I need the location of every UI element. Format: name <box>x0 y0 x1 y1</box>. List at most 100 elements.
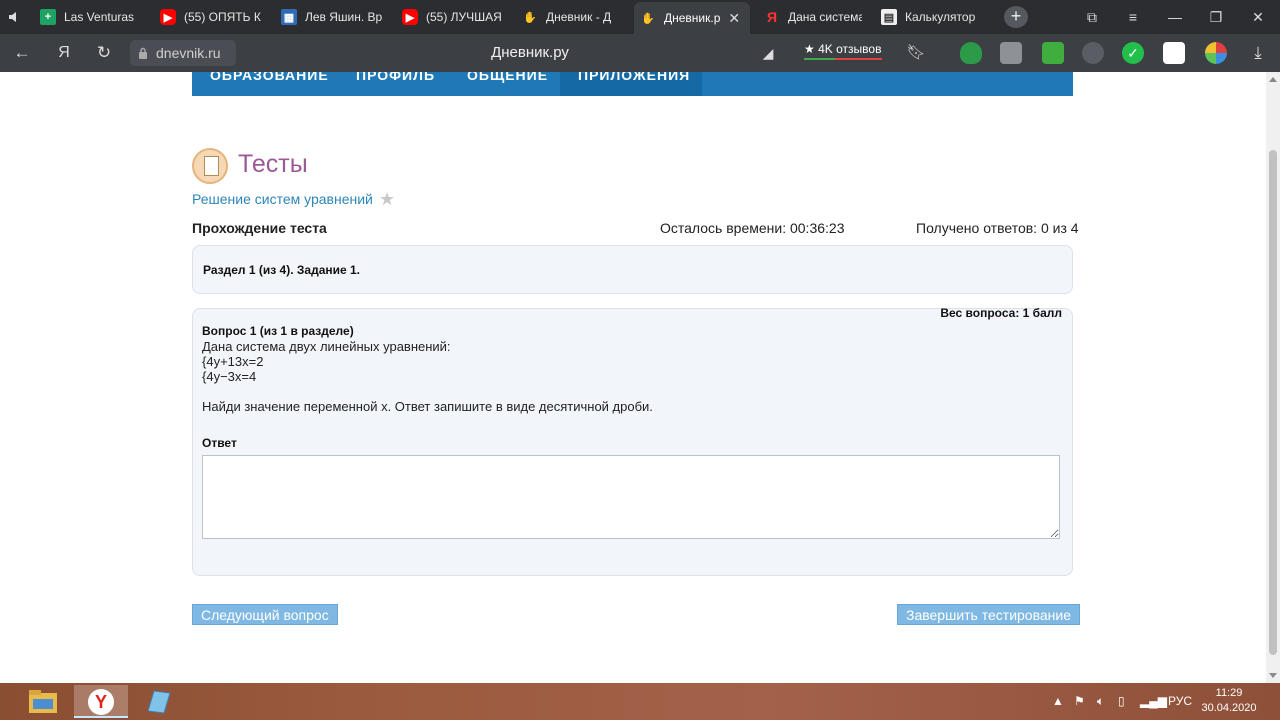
yandex-logo[interactable]: Я <box>54 43 74 63</box>
volume-icon[interactable]: 🔈︎ <box>1097 694 1104 709</box>
url-field[interactable]: dnevnik.ru <box>130 40 236 66</box>
menu-item-profile[interactable]: ПРОФИЛЬ <box>338 72 453 96</box>
section-info-box: Раздел 1 (из 4). Задание 1. <box>192 245 1073 294</box>
scroll-down-icon[interactable] <box>1269 673 1277 678</box>
sheets-icon: + <box>40 9 56 25</box>
tab-1[interactable]: + Las Venturas <box>34 4 146 30</box>
page-title: Дневник.ру <box>491 44 569 61</box>
dnevnik-icon: ✋ <box>523 11 537 24</box>
tab-8[interactable]: ▤ Калькулятор <box>875 4 985 30</box>
close-icon[interactable]: ✕ <box>728 10 740 27</box>
menu-item-label: ОБРАЗОВАНИЕ <box>210 72 329 83</box>
clipboard-icon <box>192 148 228 184</box>
answers-received: Получено ответов: 0 из 4 <box>916 220 1079 236</box>
file-explorer-icon[interactable] <box>16 685 70 718</box>
scroll-up-icon[interactable] <box>1269 77 1277 82</box>
yandex-browser-icon[interactable]: Y <box>74 685 128 718</box>
image-extension-icon[interactable] <box>1000 42 1022 64</box>
menu-item-label: ПРИЛОЖЕНИЯ <box>578 72 691 83</box>
battery-icon[interactable]: ▯ <box>1118 694 1125 708</box>
next-question-button[interactable]: Следующий вопрос <box>192 604 338 625</box>
star-icon: ★ <box>804 42 815 56</box>
time-left: Осталось времени: 00:36:23 <box>660 220 845 236</box>
reviews-button[interactable]: ★ 4K отзывов <box>804 42 882 60</box>
network-icon[interactable]: ▂▄▆ <box>1140 694 1167 708</box>
windows-taskbar: Y ▲ ⚑ 🔈︎ ▯ ▂▄▆ РУС 11:29 30.04.2020 <box>0 683 1280 720</box>
dnevnik-icon: ✋ <box>641 12 655 25</box>
notepad-icon[interactable] <box>132 685 186 718</box>
test-status-label: Прохождение теста <box>192 220 327 236</box>
tab-5[interactable]: ✋ Дневник - Д <box>516 4 628 30</box>
address-bar: ← Я ↻ dnevnik.ru Дневник.ру ◢ ★ 4K отзыв… <box>0 34 1280 72</box>
tab-title: Калькулятор <box>905 10 976 24</box>
bookmark-icon[interactable]: 🔖︎ <box>906 43 926 63</box>
rating-bar <box>804 58 882 60</box>
tab-4[interactable]: ▶ (55) ЛУЧШАЯ <box>396 4 508 30</box>
tab-6-active[interactable]: ✋ Дневник.р ✕ <box>634 2 750 34</box>
tab-title: Дневник - Д <box>546 10 612 24</box>
section-info: Раздел 1 (из 4). Задание 1. <box>203 263 361 277</box>
translate-extension-icon[interactable] <box>1163 42 1185 64</box>
tab-title: Las Venturas <box>64 10 135 24</box>
tray-chevron-icon[interactable]: ▲ <box>1052 694 1064 708</box>
restore-button[interactable]: ❐ <box>1207 8 1225 26</box>
tab-title: Лев Яшин. Вр <box>305 10 383 24</box>
browser-tab-bar: + Las Venturas ▶ (55) ОПЯТЬ К ▦ Лев Яшин… <box>0 0 1280 34</box>
calculator-icon: ▤ <box>881 9 897 25</box>
lightbulb-extension-icon[interactable] <box>1082 42 1104 64</box>
menu-item-apps[interactable]: ПРИЛОЖЕНИЯ <box>560 72 702 96</box>
menu-item-education[interactable]: ОБРАЗОВАНИЕ <box>192 72 347 96</box>
page-content: ОБРАЗОВАНИЕ ПРОФИЛЬ ОБЩЕНИЕ ПРИЛОЖЕНИЯ Т… <box>0 72 1266 683</box>
new-tab-button[interactable]: + <box>1004 6 1028 28</box>
youtube-icon: ▶ <box>160 9 176 25</box>
film-icon: ▦ <box>281 9 297 25</box>
url-text: dnevnik.ru <box>156 45 221 61</box>
minimize-button[interactable]: — <box>1166 8 1184 26</box>
question-header: Вопрос 1 (из 1 в разделе) <box>202 324 354 338</box>
answer-input[interactable] <box>202 455 1060 539</box>
svg-text:Y: Y <box>95 692 107 712</box>
menu-item-label: ОБЩЕНИЕ <box>467 72 549 83</box>
tab-3[interactable]: ▦ Лев Яшин. Вр <box>275 4 387 30</box>
question-weight: Вес вопроса: 1 балл <box>940 306 1062 320</box>
equation-1: {4y+13x=2 <box>202 354 264 369</box>
scrollbar-thumb[interactable] <box>1269 150 1277 655</box>
menu-item-label: ПРОФИЛЬ <box>356 72 436 83</box>
flag-icon[interactable]: ⚑ <box>1074 694 1085 708</box>
main-menu: ОБРАЗОВАНИЕ ПРОФИЛЬ ОБЩЕНИЕ ПРИЛОЖЕНИЯ <box>192 72 1073 96</box>
clock[interactable]: 11:29 30.04.2020 <box>1196 686 1262 716</box>
clock-date: 30.04.2020 <box>1201 702 1257 714</box>
clock-time: 11:29 <box>1215 687 1243 699</box>
close-window-button[interactable]: ✕ <box>1249 8 1267 26</box>
menu-icon[interactable]: ≡ <box>1124 8 1142 26</box>
protect-icon[interactable]: ◢ <box>758 43 778 63</box>
tab-7[interactable]: Я Дана система <box>758 4 862 30</box>
speaker-icon[interactable] <box>8 10 22 24</box>
tab-title: Дана система <box>788 10 862 24</box>
menu-item-communication[interactable]: ОБЩЕНИЕ <box>449 72 566 96</box>
check-extension-icon[interactable]: ✓ <box>1122 42 1144 64</box>
download-extension-icon[interactable] <box>1042 42 1064 64</box>
yandex-icon: Я <box>766 9 778 25</box>
language-indicator[interactable]: РУС <box>1168 694 1192 708</box>
tab-title: (55) ЛУЧШАЯ <box>426 10 502 24</box>
globe-extension-icon[interactable] <box>1205 42 1227 64</box>
tab-2[interactable]: ▶ (55) ОПЯТЬ К <box>154 4 266 30</box>
shield-extension-icon[interactable] <box>960 42 982 64</box>
tabs-icon[interactable]: ⧉ <box>1083 8 1101 26</box>
youtube-icon: ▶ <box>402 9 418 25</box>
tab-title: Дневник.р <box>664 11 721 25</box>
question-task: Найди значение переменной x. Ответ запиш… <box>202 399 653 414</box>
answer-label: Ответ <box>202 436 237 450</box>
back-icon[interactable]: ← <box>12 43 32 63</box>
test-name-link[interactable]: Решение систем уравнений <box>192 191 373 207</box>
reviews-label: 4K отзывов <box>818 42 882 56</box>
reload-icon[interactable]: ↻ <box>94 43 114 63</box>
question-text-line: Дана система двух линейных уравнений: <box>202 339 451 354</box>
downloads-icon[interactable]: ⤓ <box>1248 43 1268 63</box>
tab-title: (55) ОПЯТЬ К <box>184 10 261 24</box>
vertical-scrollbar[interactable] <box>1266 72 1280 683</box>
favorite-star-icon[interactable]: ★ <box>379 189 395 210</box>
equation-2: {4y−3x=4 <box>202 369 257 384</box>
finish-test-button[interactable]: Завершить тестирование <box>897 604 1080 625</box>
